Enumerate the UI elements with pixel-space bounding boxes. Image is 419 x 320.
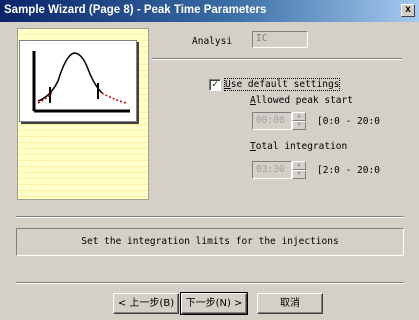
spin-down-icon[interactable]: ▼: [292, 121, 306, 130]
analysis-value: IC: [256, 33, 268, 44]
total-integration-label: Total integration: [250, 141, 348, 152]
peak-curve-icon: [37, 52, 103, 102]
spin-down-icon[interactable]: ▼: [292, 170, 306, 179]
next-button[interactable]: 下一步(N) >: [180, 292, 248, 315]
spin-up-icon[interactable]: ▲: [292, 161, 306, 170]
status-message-box: Set the integration limits for the injec…: [16, 228, 404, 256]
peak-start-input[interactable]: 00:00: [252, 112, 292, 130]
analysis-label: Analysi: [192, 36, 233, 47]
total-integration-input[interactable]: 03:30: [252, 161, 292, 179]
peak-curve-dashed-icon: [37, 92, 127, 104]
status-message: Set the integration limits for the injec…: [81, 236, 339, 247]
wizard-window: Sample Wizard (Page 8) - Peak Time Param…: [0, 0, 419, 320]
total-integration-range: [2:0 - 20:0: [317, 165, 380, 176]
peak-start-spinner[interactable]: ▲ ▼: [292, 112, 306, 130]
back-button[interactable]: < 上一步(B): [113, 293, 179, 314]
cancel-button[interactable]: 取消: [257, 293, 323, 314]
spin-up-icon[interactable]: ▲: [292, 112, 306, 121]
footer-divider: [16, 216, 404, 218]
peak-start-value: 00:00: [256, 115, 285, 126]
default-settings-checkbox[interactable]: ✓: [209, 79, 221, 91]
total-integration-value: 03:30: [256, 164, 285, 175]
default-settings-label[interactable]: Use default settings: [223, 78, 341, 91]
total-integration-spinner[interactable]: ▲ ▼: [292, 161, 306, 179]
analysis-field: IC: [252, 31, 308, 48]
chart-axes-icon: [32, 51, 130, 113]
title-bar[interactable]: Sample Wizard (Page 8) - Peak Time Param…: [0, 0, 419, 22]
button-divider: [16, 282, 404, 284]
peak-chart-illustration: [19, 40, 137, 122]
window-title: Sample Wizard (Page 8) - Peak Time Param…: [4, 4, 267, 16]
peak-start-range: [0:0 - 20:0: [317, 116, 380, 127]
section-divider: [152, 58, 402, 60]
checkmark-icon: ✓: [211, 79, 219, 90]
close-button[interactable]: x: [401, 4, 415, 17]
peak-start-label: Allowed peak start: [250, 95, 353, 106]
